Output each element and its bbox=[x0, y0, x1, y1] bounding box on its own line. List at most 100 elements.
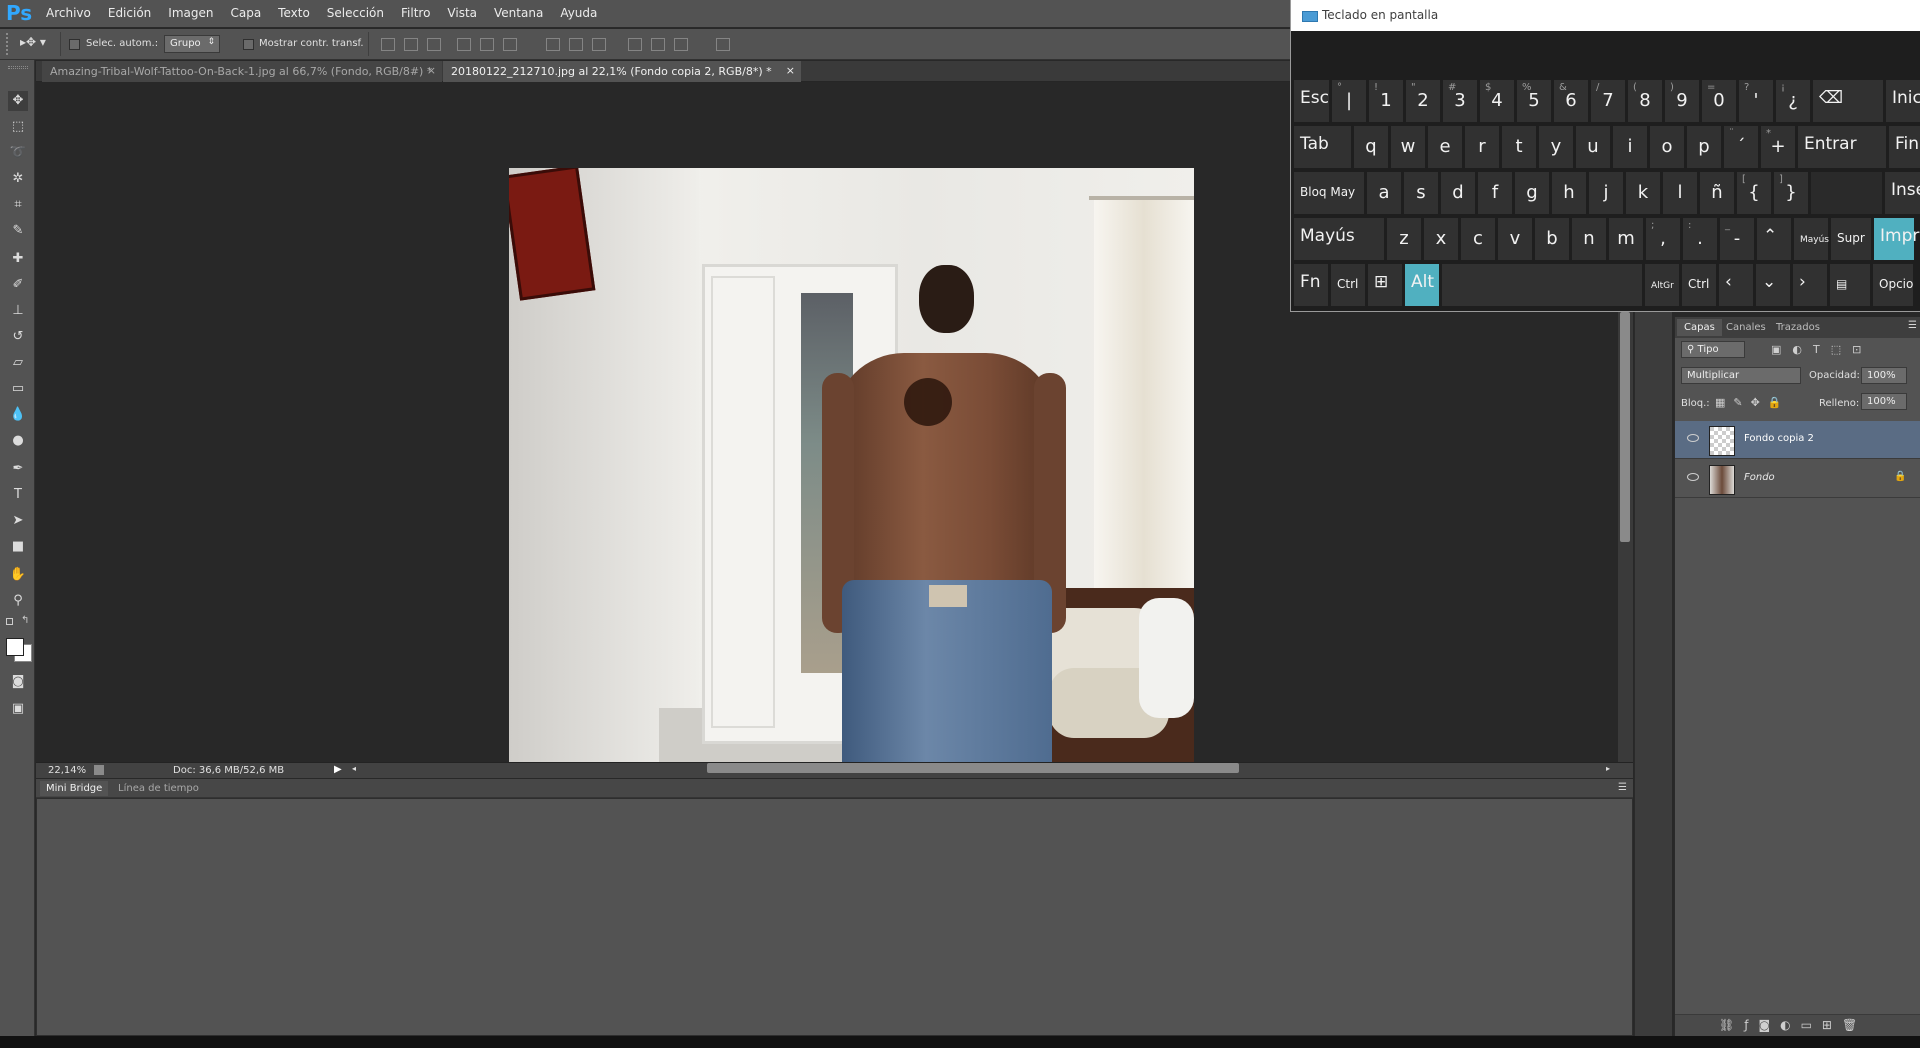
key-blank-4-4[interactable] bbox=[1442, 264, 1642, 306]
key-mayús-3-12[interactable]: Mayús bbox=[1794, 218, 1829, 260]
key-u-1-7[interactable]: u bbox=[1576, 126, 1610, 168]
key---1-12[interactable]: * + bbox=[1761, 126, 1795, 168]
status-menu-arrow-icon[interactable]: ▶ bbox=[334, 764, 342, 775]
key---3-11[interactable]: ⌃ bbox=[1757, 218, 1791, 260]
default-colors-icon[interactable] bbox=[6, 618, 13, 625]
shape-tool-icon[interactable]: ■ bbox=[8, 537, 28, 557]
gradient-tool-icon[interactable]: ▭ bbox=[8, 379, 28, 399]
key-6-0-7[interactable]: & 6 bbox=[1554, 80, 1588, 122]
lasso-tool-icon[interactable]: ➰ bbox=[8, 143, 28, 163]
key---4-7[interactable]: ‹ bbox=[1719, 264, 1753, 306]
key---3-8[interactable]: ;, bbox=[1646, 218, 1680, 260]
close-tab-icon[interactable]: × bbox=[786, 64, 795, 77]
tab-wolf-tattoo[interactable]: Amazing-Tribal-Wolf-Tattoo-On-Back-1.jpg… bbox=[42, 61, 442, 82]
panel-menu-icon[interactable]: ☰ bbox=[1618, 782, 1627, 793]
key---1-11[interactable]: ¨ ´ bbox=[1724, 126, 1758, 168]
auto-select-dropdown[interactable]: Grupo ⇕ bbox=[164, 35, 220, 53]
key-ctrl-4-6[interactable]: Ctrl bbox=[1682, 264, 1716, 306]
layer-row-fondo-copia-2[interactable]: Fondo copia 2 bbox=[1675, 421, 1920, 459]
move-tool-icon[interactable]: ✥ bbox=[8, 91, 28, 111]
scroll-left-icon[interactable]: ◂ bbox=[352, 764, 356, 773]
auto-select-checkbox[interactable] bbox=[69, 39, 80, 50]
document-image[interactable] bbox=[509, 168, 1194, 762]
layer-row-fondo[interactable]: Fondo 🔒 bbox=[1675, 460, 1920, 498]
key-n-3-6[interactable]: n bbox=[1572, 218, 1606, 260]
key-e-1-3[interactable]: e bbox=[1428, 126, 1462, 168]
key-d-2-3[interactable]: d bbox=[1441, 172, 1475, 214]
horizontal-scroll-thumb[interactable] bbox=[707, 763, 1239, 773]
key-7-0-8[interactable]: /7 bbox=[1591, 80, 1625, 122]
menu-ayuda[interactable]: Ayuda bbox=[560, 6, 597, 20]
layer-name[interactable]: Fondo copia 2 bbox=[1744, 433, 1814, 444]
key-m-3-7[interactable]: m bbox=[1609, 218, 1643, 260]
menu-vista[interactable]: Vista bbox=[447, 6, 477, 20]
key-p-1-10[interactable]: p bbox=[1687, 126, 1721, 168]
visibility-eye-icon[interactable] bbox=[1687, 473, 1699, 481]
key-fin-1-14[interactable]: Fin bbox=[1889, 126, 1920, 168]
key-3-0-4[interactable]: #3 bbox=[1443, 80, 1477, 122]
key-8-0-9[interactable]: (8 bbox=[1628, 80, 1662, 122]
key-a-2-1[interactable]: a bbox=[1367, 172, 1401, 214]
key---0-12[interactable]: ? ' bbox=[1739, 80, 1773, 122]
marquee-tool-icon[interactable]: ⬚ bbox=[8, 117, 28, 137]
key-v-3-4[interactable]: v bbox=[1498, 218, 1532, 260]
key-h-2-6[interactable]: h bbox=[1552, 172, 1586, 214]
key-4-0-5[interactable]: $4 bbox=[1480, 80, 1514, 122]
key---0-1[interactable]: ° | bbox=[1332, 80, 1366, 122]
key-t-1-5[interactable]: t bbox=[1502, 126, 1536, 168]
align-top-icon[interactable] bbox=[381, 38, 395, 51]
blend-mode-dropdown[interactable]: Multiplicar bbox=[1681, 367, 1801, 384]
key---4-10[interactable]: ▤ bbox=[1830, 264, 1870, 306]
key-y-1-6[interactable]: y bbox=[1539, 126, 1573, 168]
key---0-13[interactable]: ¡ ¿ bbox=[1776, 80, 1810, 122]
key-b-3-5[interactable]: b bbox=[1535, 218, 1569, 260]
menu-texto[interactable]: Texto bbox=[278, 6, 310, 20]
menu-ventana[interactable]: Ventana bbox=[494, 6, 543, 20]
tab-timeline[interactable]: Línea de tiempo bbox=[112, 781, 205, 796]
transform-controls-checkbox[interactable] bbox=[243, 39, 254, 50]
key-fn-4-0[interactable]: Fn bbox=[1294, 264, 1328, 306]
layer-filter-dropdown[interactable]: ⚲ Tipo bbox=[1681, 341, 1745, 358]
key-opcio-4-11[interactable]: Opcio bbox=[1873, 264, 1913, 306]
key---4-9[interactable]: › bbox=[1793, 264, 1827, 306]
key-w-1-2[interactable]: w bbox=[1391, 126, 1425, 168]
foreground-color-swatch[interactable] bbox=[6, 638, 24, 656]
auto-align-layers-icon[interactable] bbox=[716, 38, 730, 51]
type-tool-icon[interactable]: T bbox=[8, 485, 28, 505]
menu-archivo[interactable]: Archivo bbox=[46, 6, 91, 20]
key-i-1-8[interactable]: i bbox=[1613, 126, 1647, 168]
menu-imagen[interactable]: Imagen bbox=[168, 6, 213, 20]
swap-colors-icon[interactable]: ↰ bbox=[21, 615, 29, 626]
layer-action-icons[interactable]: ⛓ƒ◙◐▭⊞🗑 bbox=[1719, 1018, 1867, 1032]
key-2-0-3[interactable]: " 2 bbox=[1406, 80, 1440, 122]
healing-brush-tool-icon[interactable]: ✚ bbox=[8, 249, 28, 269]
magic-wand-tool-icon[interactable]: ✲ bbox=[8, 169, 28, 189]
pen-tool-icon[interactable]: ✒ bbox=[8, 459, 28, 479]
key-alt-4-3[interactable]: Alt bbox=[1405, 264, 1439, 306]
key---4-2[interactable]: ⊞ bbox=[1368, 264, 1402, 306]
key-mayús-3-0[interactable]: Mayús bbox=[1294, 218, 1384, 260]
hand-tool-icon[interactable]: ✋ bbox=[8, 565, 28, 585]
scroll-right-icon[interactable]: ▸ bbox=[1606, 764, 1610, 773]
zoom-tool-icon[interactable]: ⚲ bbox=[8, 591, 28, 611]
key-c-3-3[interactable]: c bbox=[1461, 218, 1495, 260]
key-ctrl-4-1[interactable]: Ctrl bbox=[1331, 264, 1365, 306]
distribute-top-icon[interactable] bbox=[546, 38, 560, 51]
key-r-1-4[interactable]: r bbox=[1465, 126, 1499, 168]
opacity-field[interactable]: 100% bbox=[1861, 367, 1907, 384]
key-5-0-6[interactable]: % 5 bbox=[1517, 80, 1551, 122]
key-ñ-2-10[interactable]: ñ bbox=[1700, 172, 1734, 214]
clone-stamp-tool-icon[interactable]: ⊥ bbox=[8, 301, 28, 321]
key-f-2-4[interactable]: f bbox=[1478, 172, 1512, 214]
key-k-2-8[interactable]: k bbox=[1626, 172, 1660, 214]
eyedropper-tool-icon[interactable]: ✎ bbox=[8, 221, 28, 241]
tab-photo-active[interactable]: 20180122_212710.jpg al 22,1% (Fondo copi… bbox=[443, 61, 801, 82]
menu-seleccion[interactable]: Selección bbox=[327, 6, 384, 20]
tab-mini-bridge[interactable]: Mini Bridge bbox=[40, 781, 109, 796]
tab-channels[interactable]: Canales bbox=[1719, 319, 1773, 336]
status-info-icon[interactable] bbox=[94, 765, 104, 775]
key-o-1-9[interactable]: o bbox=[1650, 126, 1684, 168]
key---2-11[interactable]: [{ bbox=[1737, 172, 1771, 214]
key---2-12[interactable]: ]} bbox=[1774, 172, 1808, 214]
distribute-bottom-icon[interactable] bbox=[592, 38, 606, 51]
